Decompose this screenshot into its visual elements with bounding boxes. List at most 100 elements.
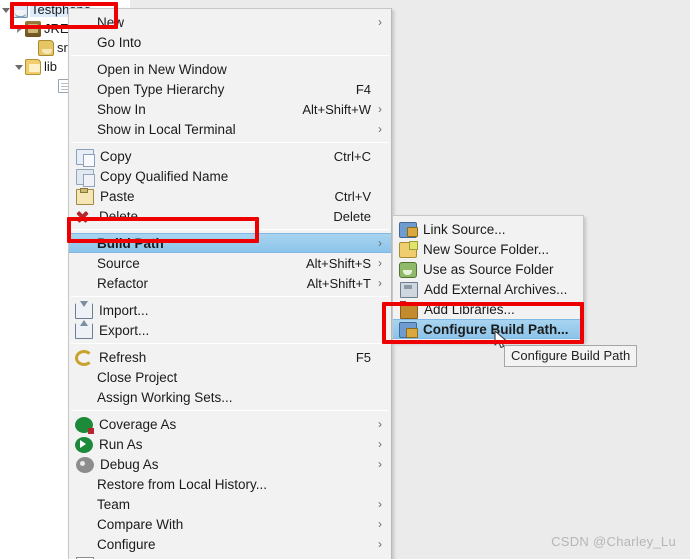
submenu-item[interactable]: Add Libraries... <box>393 299 583 319</box>
context-menu-item[interactable]: DeleteDelete› <box>69 206 391 226</box>
submenu-chevron-right-icon: › <box>378 102 382 116</box>
context-menu-accelerator: F4 <box>355 81 371 97</box>
context-menu-item[interactable]: Coverage As › <box>69 414 391 434</box>
context-menu-item[interactable]: Run As › <box>69 434 391 454</box>
context-menu-item[interactable]: Go Into› <box>69 32 391 52</box>
context-menu-accelerator: Alt+Shift+T <box>306 275 371 291</box>
context-menu-item[interactable]: Import...› <box>69 300 391 320</box>
submenu-label: Link Source... <box>423 221 506 237</box>
context-menu-item[interactable]: Close Project› <box>69 367 391 387</box>
tree-item-label: JRE <box>44 21 69 36</box>
menu-icon-placeholder <box>73 255 91 271</box>
context-menu-item[interactable]: Build Path › <box>69 233 391 253</box>
context-menu[interactable]: New›Go Into›Open in New Window›Open Type… <box>68 8 392 559</box>
chevron-down-icon[interactable] <box>13 61 25 73</box>
submenu-item[interactable]: Add External Archives... <box>393 279 583 299</box>
menu-separator <box>71 55 389 56</box>
refresh-icon <box>75 349 93 366</box>
submenu-item[interactable]: Link Source... <box>393 219 583 239</box>
menu-icon-placeholder <box>73 516 91 532</box>
submenu-chevron-right-icon: › <box>378 276 382 290</box>
context-menu-label: Open in New Window <box>97 61 227 77</box>
submenu-chevron-right-icon: › <box>378 417 382 431</box>
menu-icon-placeholder <box>73 536 91 552</box>
context-menu-label: Import... <box>99 302 149 318</box>
submenu-chevron-right-icon: › <box>378 437 382 451</box>
menu-separator <box>71 296 389 297</box>
context-menu-item[interactable]: RefreshF5› <box>69 347 391 367</box>
menu-icon-placeholder <box>73 369 91 385</box>
context-menu-label: Paste <box>100 188 135 204</box>
menu-separator <box>71 410 389 411</box>
context-menu-item[interactable]: Restore from Local History...› <box>69 474 391 494</box>
menu-icon-placeholder <box>73 496 91 512</box>
context-menu-item[interactable]: Open Type HierarchyF4› <box>69 79 391 99</box>
context-menu-item[interactable]: Assign Working Sets...› <box>69 387 391 407</box>
context-menu-label: Copy <box>100 148 132 164</box>
context-menu-item[interactable]: CopyCtrl+C› <box>69 146 391 167</box>
context-menu-item[interactable]: Validate› <box>69 554 391 559</box>
copy-qualified-name-icon <box>76 168 95 187</box>
context-menu-label: Refactor <box>97 275 149 291</box>
chevron-right-icon[interactable] <box>13 23 25 35</box>
submenu-chevron-right-icon: › <box>378 497 382 511</box>
copy-icon <box>76 148 95 167</box>
export-icon <box>75 320 93 339</box>
submenu-label: New Source Folder... <box>423 241 550 257</box>
menu-icon-placeholder <box>73 275 91 291</box>
context-menu-label: Run As <box>99 436 143 452</box>
add-libraries-icon <box>400 300 418 319</box>
submenu-chevron-right-icon: › <box>378 122 382 136</box>
context-menu-item[interactable]: Show in Local Terminal › <box>69 119 391 139</box>
menu-separator <box>71 142 389 143</box>
context-menu-item[interactable]: Open in New Window› <box>69 59 391 79</box>
context-menu-item[interactable]: Export...› <box>69 320 391 340</box>
context-menu-item[interactable]: New › <box>69 12 391 32</box>
context-menu-item[interactable]: Show In Alt+Shift+W › <box>69 99 391 119</box>
context-menu-item[interactable]: Configure › <box>69 534 391 554</box>
submenu-label: Add External Archives... <box>424 281 568 297</box>
context-menu-label: Build Path <box>97 235 164 251</box>
new-source-folder-icon <box>399 241 418 258</box>
context-menu-label: Refresh <box>99 349 147 365</box>
context-menu-label: Configure <box>97 536 156 552</box>
context-menu-item[interactable]: Copy Qualified Name› <box>69 166 391 187</box>
context-menu-item[interactable]: Team › <box>69 494 391 514</box>
context-menu-label: Source <box>97 255 140 271</box>
context-menu-label: Compare With <box>97 516 184 532</box>
context-menu-label: Close Project <box>97 369 178 385</box>
submenu-chevron-right-icon: › <box>378 256 382 270</box>
import-icon <box>75 301 93 319</box>
context-menu-accelerator: Alt+Shift+S <box>305 255 371 271</box>
context-menu-accelerator: Ctrl+C <box>333 148 371 164</box>
build-path-submenu[interactable]: Link Source... New Source Folder... Use as… <box>392 215 584 342</box>
context-menu-label: Export... <box>99 322 150 338</box>
context-menu-item[interactable]: Refactor Alt+Shift+T › <box>69 273 391 293</box>
context-menu-item[interactable]: Debug As › <box>69 454 391 474</box>
submenu-item[interactable]: Configure Build Path... <box>393 319 583 339</box>
menu-icon-placeholder <box>73 81 91 97</box>
submenu-label: Configure Build Path... <box>423 321 569 337</box>
tree-item-label: lib <box>44 59 58 74</box>
context-menu-label: New <box>97 14 125 30</box>
coverage-icon <box>75 416 94 434</box>
context-menu-item[interactable]: PasteCtrl+V› <box>69 186 391 206</box>
submenu-chevron-right-icon: › <box>378 537 382 551</box>
context-menu-label: Show in Local Terminal <box>97 121 236 137</box>
submenu-item[interactable]: New Source Folder... <box>393 239 583 259</box>
submenu-item[interactable]: Use as Source Folder <box>393 259 583 279</box>
context-menu-label: Show In <box>97 101 146 117</box>
context-menu-item[interactable]: Compare With › <box>69 514 391 534</box>
configure-build-path-icon <box>399 322 418 338</box>
source-folder-icon <box>38 39 54 56</box>
link-source-icon <box>399 222 418 238</box>
menu-icon-placeholder <box>73 34 91 50</box>
project-icon <box>12 1 28 18</box>
context-menu-accelerator: Ctrl+V <box>334 188 371 204</box>
menu-icon-placeholder <box>73 476 91 492</box>
submenu-label: Add Libraries... <box>424 301 515 317</box>
chevron-down-icon[interactable] <box>0 4 12 16</box>
context-menu-item[interactable]: Source Alt+Shift+S › <box>69 253 391 273</box>
menu-separator <box>71 229 389 230</box>
